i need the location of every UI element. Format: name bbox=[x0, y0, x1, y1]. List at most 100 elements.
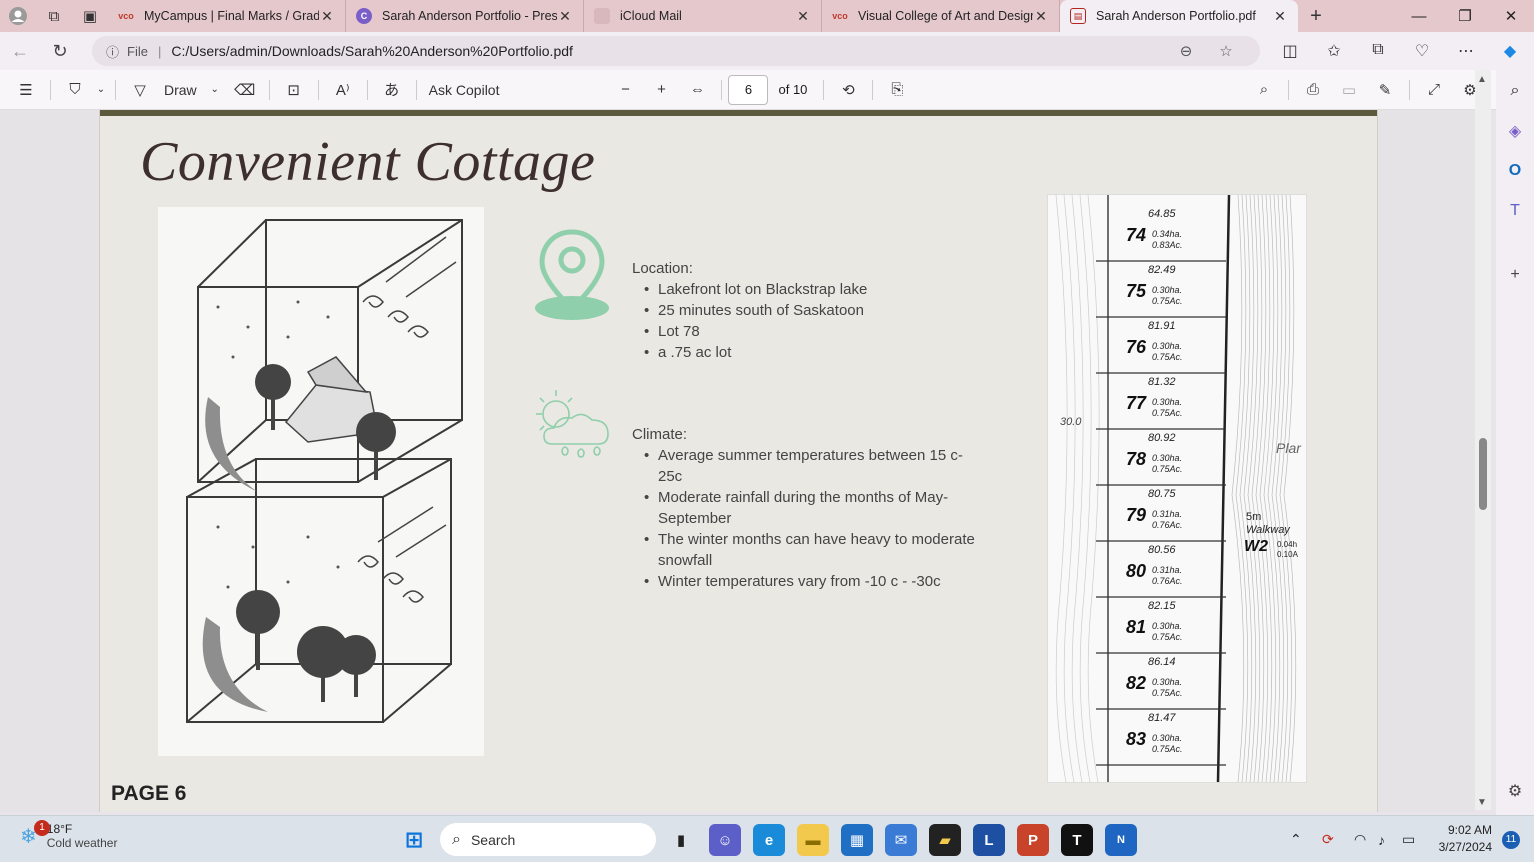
teams-icon[interactable]: T bbox=[1496, 196, 1534, 226]
microsoft-store-icon[interactable]: ▦ bbox=[841, 824, 873, 856]
close-tab-icon[interactable]: ✕ bbox=[795, 8, 811, 25]
windows-start-icon[interactable]: ⊞ bbox=[398, 824, 430, 856]
file-explorer-icon[interactable]: ▬ bbox=[797, 824, 829, 856]
workspaces-icon[interactable]: ⧉ bbox=[36, 0, 72, 32]
scroll-down-arrow-icon[interactable]: ▼ bbox=[1477, 797, 1487, 808]
l-app-icon[interactable]: L bbox=[973, 824, 1005, 856]
pdf-viewer: Convenient Cottage Location: • Lakefront… bbox=[0, 110, 1475, 812]
system-clock[interactable]: 9:02 AM 3/27/2024 bbox=[1439, 822, 1492, 856]
ask-copilot-button[interactable]: Ask Copilot bbox=[423, 70, 506, 110]
sync-icon[interactable]: ⟳ bbox=[1322, 816, 1334, 862]
info-icon[interactable]: ⓘ bbox=[106, 42, 119, 61]
draw-button[interactable]: Draw bbox=[158, 70, 203, 110]
chevron-down-icon[interactable]: ⌄ bbox=[93, 70, 109, 110]
add-icon[interactable]: + bbox=[1496, 260, 1534, 290]
lot-area-label: 0.30ha. bbox=[1152, 733, 1182, 743]
battery-icon[interactable]: ▭ bbox=[1402, 816, 1415, 862]
lot-number-label: 78 bbox=[1126, 449, 1146, 469]
task-view-icon[interactable]: ▮ bbox=[665, 824, 697, 856]
rotate-icon[interactable]: ⟲ bbox=[830, 70, 866, 110]
page-view-icon[interactable]: ⎘ bbox=[879, 70, 915, 110]
read-aloud-icon[interactable]: A⁾ bbox=[325, 70, 361, 110]
edge-browser-icon[interactable]: e bbox=[753, 824, 785, 856]
windows-taskbar: ❄ 1 18°F Cold weather ⊞ ⌕ Search ▮ ☺ e ▬… bbox=[0, 815, 1534, 862]
split-screen-icon[interactable]: ◫ bbox=[1268, 41, 1312, 61]
new-tab-button[interactable]: + bbox=[1298, 5, 1334, 28]
save-as-icon[interactable]: ✎ bbox=[1367, 70, 1403, 110]
taskbar-search[interactable]: ⌕ Search bbox=[440, 823, 656, 856]
save-icon[interactable]: ▭ bbox=[1331, 70, 1367, 110]
fit-page-icon[interactable]: ⇔ bbox=[679, 70, 715, 110]
settings-gear-icon[interactable]: ⚙ bbox=[1496, 776, 1534, 806]
browser-tab-visual-college[interactable]: vco Visual College of Art and Design ✕ bbox=[822, 0, 1060, 32]
weather-badge: 1 bbox=[34, 820, 50, 836]
search-icon[interactable]: ⌕ bbox=[1496, 76, 1534, 106]
cottage-illustration bbox=[158, 207, 484, 756]
more-menu-icon[interactable]: ⋯ bbox=[1444, 41, 1488, 61]
tab-actions-icon[interactable]: ▣ bbox=[72, 0, 108, 32]
zoom-icon[interactable]: ⊖ bbox=[1166, 42, 1206, 60]
fullscreen-icon[interactable]: ⤢ bbox=[1416, 70, 1452, 110]
browser-tab-portfolio-pdf[interactable]: ▤ Sarah Anderson Portfolio.pdf ✕ bbox=[1060, 0, 1298, 32]
close-tab-icon[interactable]: ✕ bbox=[1033, 8, 1049, 25]
close-tab-icon[interactable]: ✕ bbox=[1272, 8, 1288, 25]
contents-list-icon[interactable]: ☰ bbox=[8, 70, 44, 110]
close-window-button[interactable]: ✕ bbox=[1488, 0, 1534, 32]
chevron-down-icon[interactable]: ⌄ bbox=[203, 70, 227, 110]
highlight-icon[interactable]: ⛉ bbox=[57, 70, 93, 110]
favorite-star-icon[interactable]: ☆ bbox=[1206, 42, 1246, 60]
address-bar[interactable]: ⓘ File | C:/Users/admin/Downloads/Sarah%… bbox=[92, 36, 1260, 66]
sticky-notes-icon[interactable]: ▰ bbox=[929, 824, 961, 856]
minimize-button[interactable]: — bbox=[1396, 0, 1442, 32]
climate-list: Average summer temperatures between 15 c… bbox=[640, 445, 980, 592]
climate-heading: Climate: bbox=[632, 426, 688, 443]
divider bbox=[115, 79, 116, 100]
copilot-sidebar-icon[interactable]: ◈ bbox=[1496, 116, 1534, 146]
browser-tab-icloud-mail[interactable]: iCloud Mail ✕ bbox=[584, 0, 822, 32]
volume-icon[interactable]: ♪ bbox=[1378, 816, 1385, 862]
back-button[interactable]: ← bbox=[0, 32, 40, 70]
scrollbar-thumb[interactable] bbox=[1479, 438, 1487, 510]
vco-icon: vco bbox=[118, 11, 134, 21]
text-box-icon[interactable]: ⊡ bbox=[276, 70, 312, 110]
lot-number-label: 81 bbox=[1126, 617, 1146, 637]
profile-icon[interactable] bbox=[0, 0, 36, 32]
mail-icon[interactable]: ✉ bbox=[885, 824, 917, 856]
search-icon[interactable]: ⌕ bbox=[1246, 70, 1282, 110]
tray-overflow-icon[interactable]: ⌃ bbox=[1290, 816, 1302, 862]
scroll-up-arrow-icon[interactable]: ▲ bbox=[1477, 74, 1487, 85]
outlook-icon[interactable]: O bbox=[1496, 156, 1534, 186]
performance-icon[interactable]: ♡ bbox=[1400, 41, 1444, 61]
tab-title: MyCampus | Final Marks / Grade bbox=[144, 9, 319, 23]
browser-tab-mycampus[interactable]: vco MyCampus | Final Marks / Grade ✕ bbox=[108, 0, 346, 32]
notification-badge[interactable]: 11 bbox=[1502, 831, 1520, 849]
collections-icon[interactable]: ⧉ bbox=[1356, 41, 1400, 61]
draw-icon[interactable]: ▽ bbox=[122, 70, 158, 110]
weather-widget[interactable]: ❄ 1 18°F Cold weather bbox=[20, 820, 117, 850]
eraser-icon[interactable]: ⌫ bbox=[227, 70, 263, 110]
lot-acres-label: 0.83Ac. bbox=[1152, 240, 1183, 250]
vertical-scrollbar[interactable]: ▲ ▼ bbox=[1475, 70, 1491, 810]
page-number-input[interactable]: 6 bbox=[728, 74, 769, 105]
close-tab-icon[interactable]: ✕ bbox=[319, 8, 335, 25]
lot-frontage-label: 81.47 bbox=[1148, 712, 1176, 724]
teams-new-icon[interactable]: N bbox=[1105, 824, 1137, 856]
favorites-icon[interactable]: ✩ bbox=[1312, 41, 1356, 61]
teams-chat-icon[interactable]: ☺ bbox=[709, 824, 741, 856]
zoom-out-button[interactable]: − bbox=[607, 70, 643, 110]
browser-tab-portfolio-presentation[interactable]: C Sarah Anderson Portfolio - Prese ✕ bbox=[346, 0, 584, 32]
wifi-icon[interactable]: ◠ bbox=[1354, 816, 1366, 862]
restore-button[interactable]: ❐ bbox=[1442, 0, 1488, 32]
print-icon[interactable]: ⎙ bbox=[1295, 70, 1331, 110]
list-item: Lot 78 bbox=[640, 321, 980, 342]
translate-icon[interactable]: あ bbox=[374, 70, 410, 110]
copilot-icon[interactable]: ◆ bbox=[1488, 41, 1532, 61]
map-side-label: Plar bbox=[1276, 440, 1302, 456]
lot-area-label: 0.30ha. bbox=[1152, 341, 1182, 351]
zoom-in-button[interactable]: + bbox=[643, 70, 679, 110]
powerpoint-icon[interactable]: P bbox=[1017, 824, 1049, 856]
t-app-icon[interactable]: T bbox=[1061, 824, 1093, 856]
close-tab-icon[interactable]: ✕ bbox=[557, 8, 573, 25]
url-text[interactable]: C:/Users/admin/Downloads/Sarah%20Anderso… bbox=[171, 43, 1166, 59]
refresh-button[interactable]: ↻ bbox=[40, 32, 80, 70]
